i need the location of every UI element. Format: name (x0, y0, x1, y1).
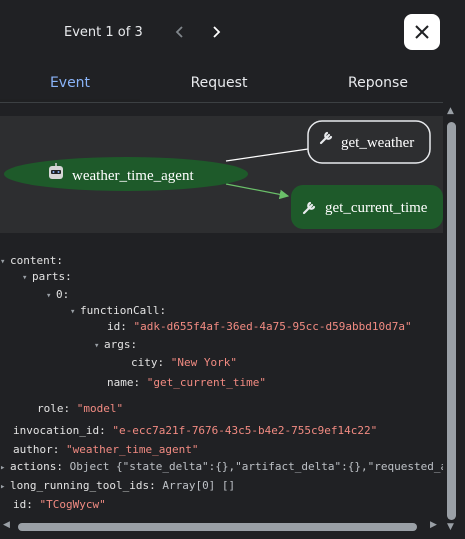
scroll-right-arrow-icon[interactable]: ▶ (430, 520, 437, 530)
tree-row-parts[interactable]: ▾ parts: (22, 268, 72, 286)
tree-row-args[interactable]: ▾ args: (94, 336, 137, 354)
previous-event-button[interactable] (166, 18, 194, 46)
close-icon (415, 25, 429, 39)
tab-event[interactable]: Event (0, 64, 140, 101)
expand-toggle[interactable]: ▾ (22, 269, 32, 287)
edge-get-current-time (225, 183, 290, 200)
event-header: Event 1 of 3 (0, 0, 465, 64)
scroll-left-arrow-icon[interactable]: ◀ (3, 520, 10, 530)
tree-row-name: name: "get_current_time" (107, 376, 266, 389)
scroll-down-arrow-icon[interactable]: ▼ (447, 522, 454, 532)
next-event-button[interactable] (202, 18, 230, 46)
agent-node[interactable]: weather_time_agent (4, 157, 248, 191)
tree-row-event-id: id: "TCogWycw" (13, 498, 106, 511)
event-counter: Event 1 of 3 (64, 25, 143, 40)
vertical-scrollbar[interactable]: ▲ ▼ (443, 102, 465, 532)
expand-toggle[interactable]: ▾ (94, 337, 104, 355)
active-tab-indicator (0, 99, 140, 102)
tree-row-long-running-tool-ids[interactable]: ▸ long_running_tool_ids: Array[0] [] (0, 477, 235, 495)
expand-toggle[interactable]: ▸ (0, 478, 10, 496)
expand-toggle[interactable]: ▾ (0, 253, 10, 271)
close-button[interactable] (404, 14, 440, 50)
horizontal-scrollbar[interactable]: ◀ ▶ (0, 518, 443, 534)
tree-row-part-0[interactable]: ▾ 0: (46, 286, 69, 304)
tool-label-get-weather: get_weather (341, 135, 414, 151)
expand-toggle[interactable]: ▸ (0, 459, 10, 477)
expand-toggle[interactable]: ▾ (46, 287, 56, 305)
tab-bar: Event Request Reponse (0, 64, 465, 103)
chevron-left-icon (175, 26, 183, 38)
agent-label: weather_time_agent (72, 168, 194, 184)
vertical-scroll-thumb[interactable] (447, 122, 456, 520)
chevron-right-icon (213, 26, 221, 38)
agent-graph-canvas: weather_time_agent get_weather get_curre… (4, 120, 443, 229)
tool-node-get-current-time[interactable]: get_current_time (291, 185, 443, 229)
tool-label-get-current-time: get_current_time (325, 200, 428, 216)
tree-row-invocation-id: invocation_id: "e-ecc7a21f-7676-43c5-b4e… (13, 424, 378, 437)
tree-row-function-id: id: "adk-d655f4af-36ed-4a75-95cc-d59abbd… (107, 320, 412, 333)
tab-response[interactable]: Reponse (308, 64, 448, 101)
expand-toggle[interactable]: ▾ (70, 303, 80, 321)
tree-row-author: author: "weather_time_agent" (13, 443, 199, 456)
tree-row-role: role: "model" (37, 402, 124, 415)
tree-row-actions[interactable]: ▸ actions: Object {"state_delta":{},"arti… (0, 458, 443, 476)
tab-request[interactable]: Request (149, 64, 289, 101)
event-json-tree: ▾ content: ▾ parts: ▾ 0: ▾ functionCall: id:… (0, 246, 443, 518)
edge-get-weather (225, 148, 309, 162)
tool-node-get-weather[interactable]: get_weather (307, 120, 431, 164)
tree-row-city: city: "New York" (131, 356, 237, 369)
agent-graph: weather_time_agent get_weather get_curre… (0, 116, 443, 233)
horizontal-scroll-thumb[interactable] (18, 523, 417, 531)
scroll-up-arrow-icon[interactable]: ▲ (447, 106, 454, 116)
